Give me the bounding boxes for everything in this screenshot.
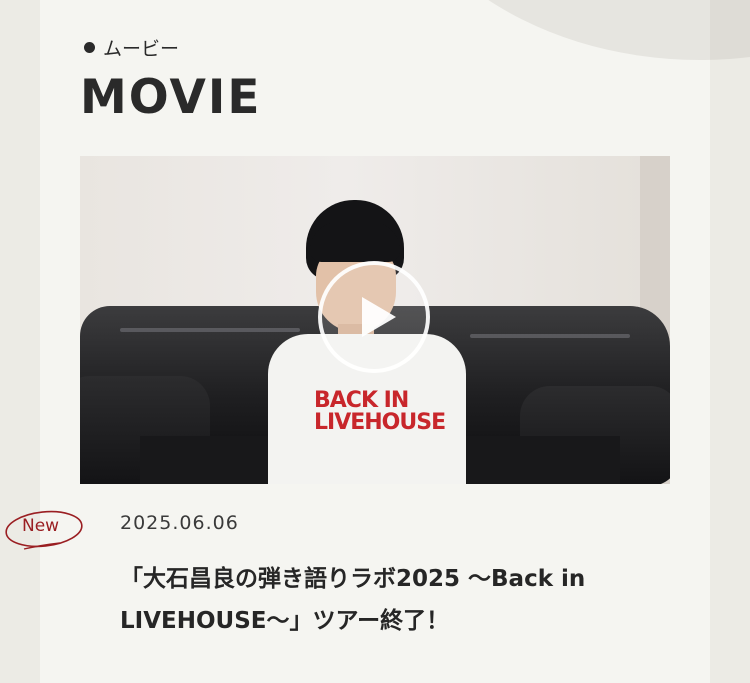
movie-thumbnail[interactable]: BACK IN LIVEHOUSE	[80, 156, 670, 484]
section-kana-text: ムービー	[103, 38, 180, 60]
play-icon	[362, 297, 396, 337]
panel-arc-decoration	[380, 0, 710, 60]
shirt-print-line: BACK IN	[314, 388, 409, 413]
section-kana-label: ムービー	[84, 34, 179, 61]
sofa-highlight	[120, 328, 300, 332]
thumbnail-shirt-print: BACK IN LIVEHOUSE	[314, 390, 454, 456]
sofa-highlight	[470, 334, 630, 338]
page: ムービー MOVIE BACK IN LIVEHOUSE 2025.06.06 …	[0, 0, 750, 683]
bullet-dot-icon	[84, 42, 95, 53]
post-date: 2025.06.06	[120, 512, 239, 534]
section-title: MOVIE	[80, 70, 262, 125]
shirt-print-line: LIVEHOUSE	[314, 410, 446, 435]
movie-panel: ムービー MOVIE BACK IN LIVEHOUSE 2025.06.06 …	[40, 0, 710, 683]
post-title-line: LIVEHOUSE〜」ツアー終了！	[120, 608, 450, 634]
post-title-link[interactable]: 「大石昌良の弾き語りラボ2025 〜Back in LIVEHOUSE〜」ツアー…	[120, 558, 710, 642]
thumbnail-person-fringe	[310, 222, 400, 262]
play-button[interactable]	[318, 261, 430, 373]
new-badge-label: New	[22, 516, 60, 536]
post-title-line: 「大石昌良の弾き語りラボ2025 〜Back in	[120, 566, 586, 592]
